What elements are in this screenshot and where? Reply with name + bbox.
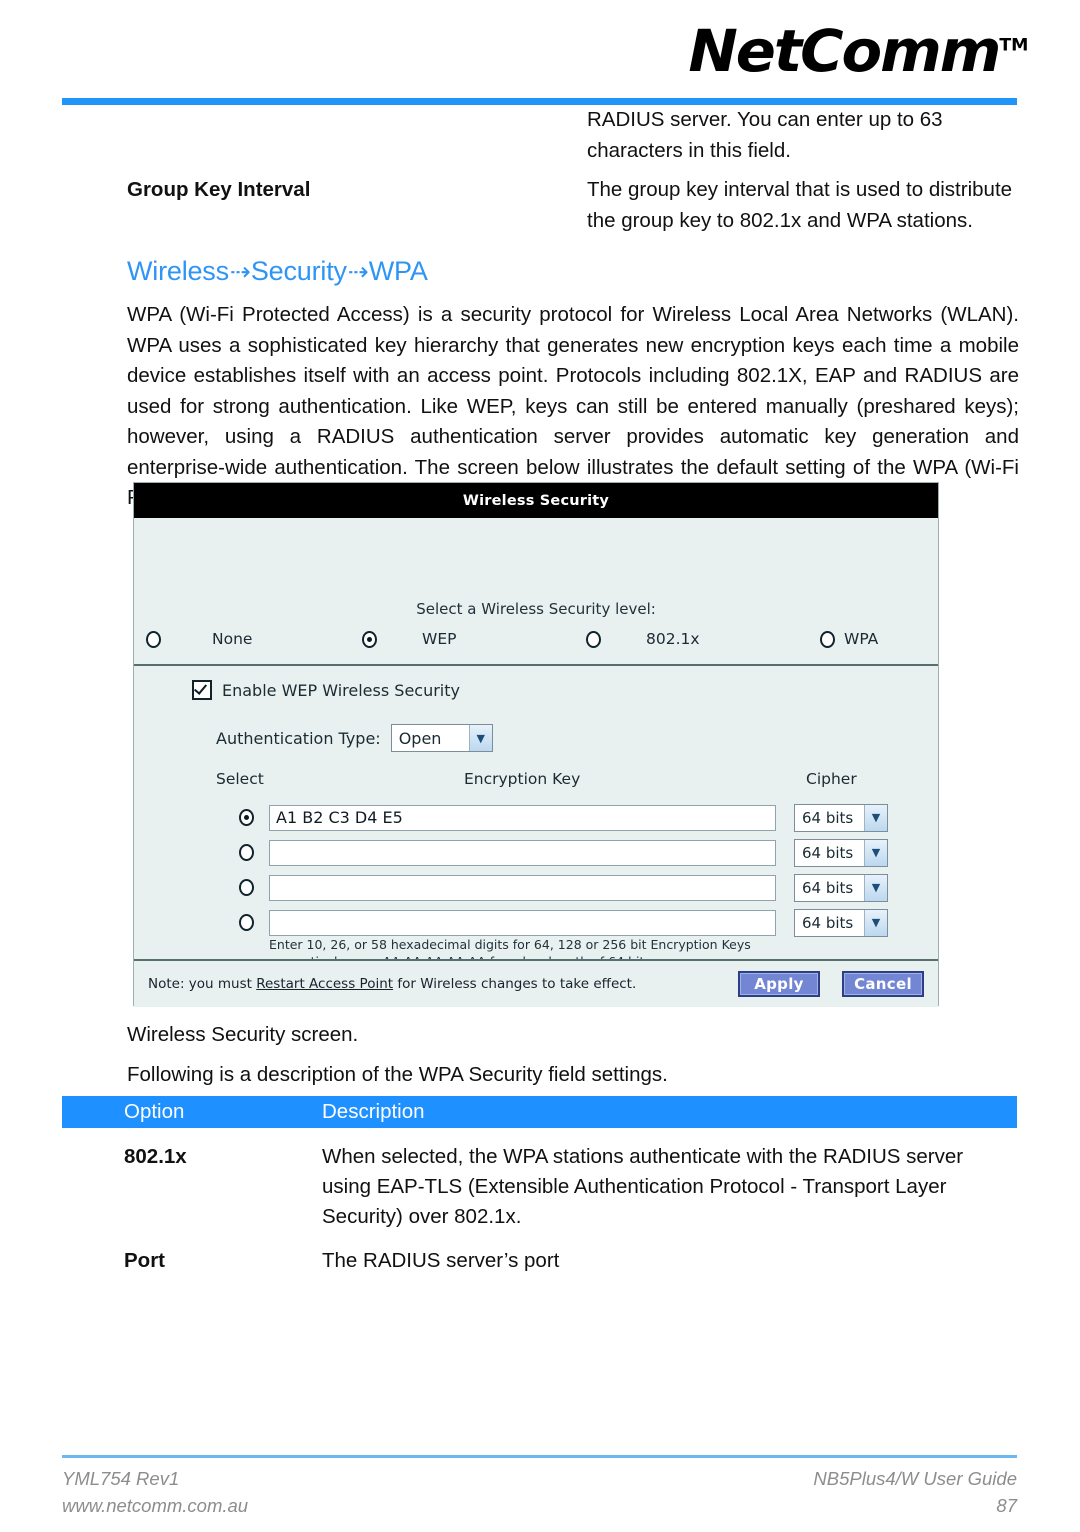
radio-wpa-label: WPA	[844, 630, 879, 648]
cancel-button[interactable]: Cancel	[842, 971, 924, 997]
enable-wep-checkbox-row[interactable]: Enable WEP Wireless Security	[192, 680, 460, 700]
encryption-key-input-2[interactable]	[269, 839, 776, 866]
radio-none-label: None	[212, 630, 253, 648]
radio-wep-label: WEP	[422, 630, 457, 648]
restart-access-point-link[interactable]: Restart Access Point	[256, 976, 393, 992]
radio-none-icon[interactable]	[146, 630, 161, 648]
cipher-select-1[interactable]: 64 bits ▼	[794, 803, 888, 832]
definition-term: Group Key Interval	[127, 178, 311, 201]
chevron-down-icon[interactable]: ▼	[864, 839, 887, 866]
security-level-option-none[interactable]: None	[146, 630, 252, 648]
chevron-down-icon[interactable]: ▼	[468, 725, 492, 751]
encryption-key-row: 64 bits ▼	[134, 870, 938, 905]
footer-doc-id: YML754 Rev1	[62, 1468, 180, 1489]
encryption-key-rows: A1 B2 C3 D4 E5 64 bits ▼ 64 bits ▼ 64 bi…	[134, 800, 938, 940]
security-level-option-8021x[interactable]: 802.1x	[586, 630, 700, 648]
definition-description: RADIUS server. You can enter up to 63 ch…	[587, 108, 943, 162]
footer-website[interactable]: www.netcomm.com.au	[62, 1492, 248, 1519]
wireless-security-screenshot: Wireless Security Select a Wireless Secu…	[133, 482, 939, 1007]
radio-8021x-label: 802.1x	[646, 630, 700, 648]
restart-note: Note: you must Restart Access Point for …	[148, 976, 636, 992]
heading-segment-security: Security	[250, 256, 347, 286]
note-suffix: for Wireless changes to take effect.	[393, 976, 637, 992]
enable-wep-label: Enable WEP Wireless Security	[222, 680, 460, 700]
table-cell-option: Port	[124, 1249, 165, 1272]
key-table-column-headers: Select Encryption Key Cipher	[134, 770, 938, 792]
footer-right: NB5Plus4/W User Guide 87	[813, 1465, 1017, 1519]
apply-button[interactable]: Apply	[738, 971, 820, 997]
definition-term	[127, 104, 587, 166]
chevron-down-icon[interactable]: ▼	[864, 804, 887, 831]
column-header-select: Select	[216, 770, 264, 788]
chevron-down-icon[interactable]: ▼	[864, 909, 887, 936]
table-cell-description: When selected, the WPA stations authenti…	[322, 1145, 964, 1228]
chevron-down-icon[interactable]: ▼	[864, 874, 887, 901]
footer-page-number: 87	[996, 1495, 1017, 1516]
table-header-option: Option	[124, 1100, 185, 1123]
security-level-label: Select a Wireless Security level:	[416, 600, 656, 618]
footer-guide-title: NB5Plus4/W User Guide	[813, 1468, 1017, 1489]
key-select-radio-4-icon[interactable]	[239, 914, 254, 931]
encryption-key-row: 64 bits ▼	[134, 905, 938, 940]
column-header-cipher: Cipher	[806, 770, 857, 788]
cipher-value-4: 64 bits	[802, 913, 854, 932]
heading-segment-wireless: Wireless	[127, 256, 229, 286]
key-select-radio-3-icon[interactable]	[239, 879, 254, 896]
encryption-key-row: A1 B2 C3 D4 E5 64 bits ▼	[134, 800, 938, 835]
cipher-value-2: 64 bits	[802, 843, 854, 862]
definition-description: The group key interval that is used to d…	[587, 178, 1013, 232]
trademark-symbol: TM	[998, 35, 1028, 56]
key-select-radio-1-icon[interactable]	[239, 809, 254, 826]
table-row: 802.1x When selected, the WPA stations a…	[62, 1128, 1017, 1232]
table-header-row: Option Description	[62, 1096, 1017, 1128]
footer-left: YML754 Rev1 www.netcomm.com.au	[62, 1465, 248, 1519]
authentication-type-row: Authentication Type: Open ▼	[216, 724, 493, 752]
definition-list: RADIUS server. You can enter up to 63 ch…	[127, 104, 1017, 244]
netcomm-logo: NetCommTM	[688, 22, 1028, 80]
security-level-option-wep[interactable]: WEP	[362, 630, 456, 648]
radio-wep-icon[interactable]	[362, 630, 377, 648]
screenshot-body: Select a Wireless Security level: None W…	[134, 518, 938, 1007]
encryption-key-input-3[interactable]	[269, 874, 776, 901]
enable-wep-checkbox-icon[interactable]	[192, 680, 212, 700]
table-header-description: Description	[322, 1100, 425, 1123]
cipher-select-2[interactable]: 64 bits ▼	[794, 838, 888, 867]
cipher-select-4[interactable]: 64 bits ▼	[794, 908, 888, 937]
document-page: NetCommTM RADIUS server. You can enter u…	[0, 0, 1080, 1532]
radio-wpa-icon[interactable]	[820, 630, 835, 648]
definition-row: Group Key Interval The group key interva…	[127, 174, 1017, 236]
screenshot-action-bar: Note: you must Restart Access Point for …	[134, 959, 938, 1007]
authentication-type-label: Authentication Type:	[216, 728, 381, 748]
arrow-separator-icon: ⇢	[229, 258, 251, 286]
authentication-type-value: Open	[398, 728, 442, 748]
radio-8021x-icon[interactable]	[586, 630, 601, 648]
column-header-encryption-key: Encryption Key	[464, 770, 581, 788]
encryption-key-input-1[interactable]: A1 B2 C3 D4 E5	[269, 804, 776, 831]
authentication-type-select[interactable]: Open ▼	[390, 724, 493, 752]
cipher-value-1: 64 bits	[802, 808, 854, 827]
cipher-select-3[interactable]: 64 bits ▼	[794, 873, 888, 902]
page-footer: YML754 Rev1 www.netcomm.com.au NB5Plus4/…	[62, 1465, 1017, 1519]
footer-rule	[62, 1455, 1017, 1458]
table-cell-option: 802.1x	[124, 1145, 187, 1168]
key-select-radio-2-icon[interactable]	[239, 844, 254, 861]
note-prefix: Note: you must	[148, 976, 257, 992]
security-level-option-wpa[interactable]: WPA	[820, 630, 878, 648]
logo-wordmark: NetComm	[687, 17, 1001, 85]
heading-segment-wpa: WPA	[368, 256, 428, 286]
encryption-key-row: 64 bits ▼	[134, 835, 938, 870]
screenshot-titlebar: Wireless Security	[134, 483, 938, 518]
screenshot-caption: Wireless Security screen.	[127, 1023, 359, 1046]
option-description-table: Option Description 802.1x When selected,…	[62, 1096, 1017, 1276]
encryption-key-input-4[interactable]	[269, 909, 776, 936]
table-row: Port The RADIUS server’s port	[62, 1232, 1017, 1276]
definition-row: RADIUS server. You can enter up to 63 ch…	[127, 104, 1017, 166]
section-heading: Wireless⇢Security⇢WPA	[127, 256, 428, 287]
table-intro-text: Following is a description of the WPA Se…	[127, 1063, 668, 1086]
security-level-radio-group: None WEP 802.1x WPA	[134, 630, 938, 666]
cipher-value-3: 64 bits	[802, 878, 854, 897]
arrow-separator-icon: ⇢	[347, 258, 369, 286]
table-cell-description: The RADIUS server’s port	[322, 1249, 560, 1272]
